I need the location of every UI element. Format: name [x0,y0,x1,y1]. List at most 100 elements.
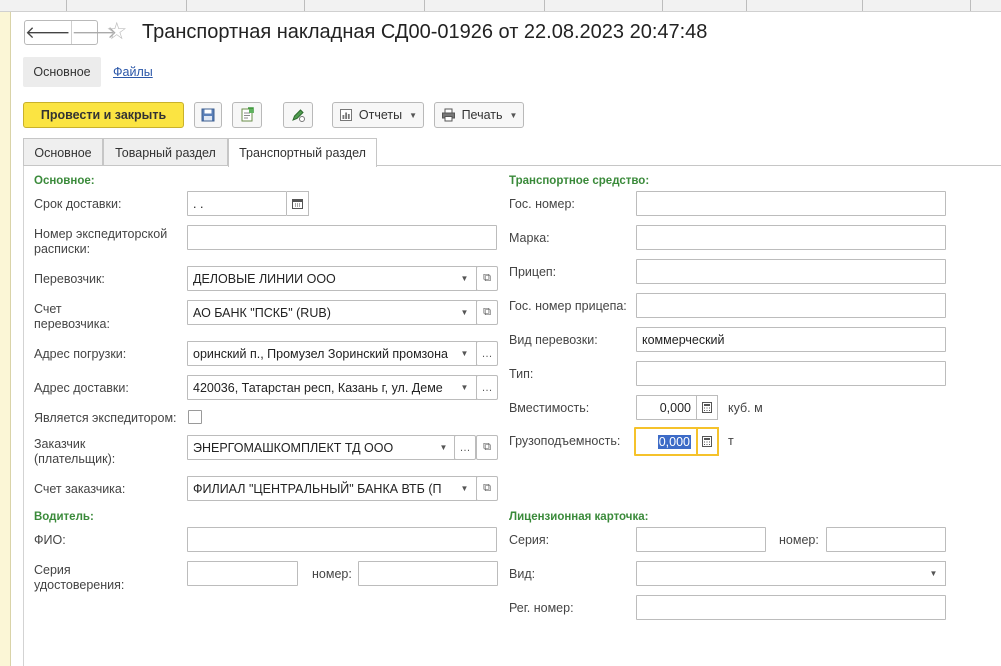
chevron-down-icon: ▼ [439,443,448,452]
left-panel-strip [0,12,11,666]
calendar-button[interactable] [287,191,309,216]
customer-account-dropdown[interactable]: ▼ [453,476,477,501]
customer-account-label: Счет заказчика: [34,482,126,496]
loading-address-dropdown[interactable]: ▼ [453,341,477,366]
carrier-account-open-button[interactable]: ⧉ [476,300,498,325]
reports-menu-button[interactable]: Отчеты ▼ [332,102,424,128]
type-label: Тип: [509,367,534,381]
chevron-down-icon: ▼ [460,484,469,493]
calculator-icon [701,402,712,413]
chevron-down-icon: ▼ [509,110,518,120]
id-series-label: Серия удостоверения: [34,563,125,592]
printer-icon [441,108,455,122]
lic-number-field[interactable] [826,527,946,552]
customer-more-button[interactable]: … [454,435,476,460]
history-nav: 🡐 🡒 [24,20,117,45]
type-field[interactable] [636,361,946,386]
transport-kind-label: Вид перевозки: [509,333,598,347]
print-menu-button[interactable]: Печать ▼ [434,102,524,128]
lic-reg-field[interactable] [636,595,946,620]
carrier-account-field[interactable]: АО БАНК "ПСКБ" (RUB) [187,300,454,325]
id-number-field[interactable] [358,561,498,586]
save-icon [201,108,215,122]
subnav-files-link[interactable]: Файлы [113,65,153,79]
reports-label: Отчеты [358,108,403,122]
is-forwarder-checkbox[interactable] [188,410,202,424]
payload-label: Грузоподъемность: [509,434,621,448]
tab-main[interactable]: Основное [23,138,103,166]
customer-account-field[interactable]: ФИЛИАЛ "ЦЕНТРАЛЬНЫЙ" БАНКА ВТБ (П [187,476,454,501]
chevron-down-icon: ▼ [460,274,469,283]
tab-transport[interactable]: Транспортный раздел [228,138,377,167]
trailer-field[interactable] [636,259,946,284]
trailer-plate-field[interactable] [636,293,946,318]
chevron-down-icon: ▼ [929,569,938,578]
customer-dropdown[interactable]: ▼ [432,435,456,460]
carrier-field[interactable]: ДЕЛОВЫЕ ЛИНИИ ООО [187,266,454,291]
carrier-open-button[interactable]: ⧉ [476,266,498,291]
save-button[interactable] [194,102,222,128]
chevron-down-icon: ▼ [460,308,469,317]
is-forwarder-label: Является экспедитором: [34,411,177,425]
chevron-down-icon: ▼ [409,110,418,120]
loading-address-field[interactable]: оринский п., Промузел Зоринский промзона [187,341,454,366]
delivery-address-field[interactable]: 420036, Татарстан респ, Казань г, ул. Де… [187,375,454,400]
customer-open-button[interactable]: ⧉ [476,435,498,460]
back-button[interactable]: 🡐 [25,21,71,44]
customer-field[interactable]: ЭНЕРГОМАШКОМПЛЕКТ ТД ООО [187,435,433,460]
print-label: Печать [461,108,503,122]
pencil-icon [292,109,305,122]
plate-field[interactable] [636,191,946,216]
post-and-close-button[interactable]: Провести и закрыть [23,102,184,128]
forwarder-receipt-label: Номер экспедиторской расписки: [34,227,168,256]
id-series-field[interactable] [187,561,298,586]
chevron-down-icon: ▼ [460,383,469,392]
tab-goods[interactable]: Товарный раздел [103,138,228,166]
arrow-left-icon: 🡐 [25,22,71,42]
customer-account-open-button[interactable]: ⧉ [476,476,498,501]
section-license-header: Лицензионная карточка: [509,511,649,523]
open-link-icon: ⧉ [483,306,491,318]
forwarder-receipt-field[interactable] [187,225,497,250]
loading-address-more-button[interactable]: … [476,341,498,366]
payload-field[interactable]: 0,000 [634,427,698,456]
loading-address-label: Адрес погрузки: [34,347,127,361]
lic-kind-field[interactable] [636,561,923,586]
carrier-label: Перевозчик: [34,272,105,286]
carrier-account-dropdown[interactable]: ▼ [453,300,477,325]
payload-calculator-button[interactable] [697,427,719,456]
lic-number-label: номер: [779,533,819,547]
delivery-address-dropdown[interactable]: ▼ [453,375,477,400]
reports-icon [339,109,352,121]
section-driver-header: Водитель: [34,511,94,523]
fio-label: ФИО: [34,533,66,547]
capacity-calculator-button[interactable] [696,395,718,420]
fio-field[interactable] [187,527,497,552]
brand-field[interactable] [636,225,946,250]
trailer-plate-label: Гос. номер прицепа: [509,299,627,313]
delivery-term-label: Срок доставки: [34,197,122,211]
post-document-icon [241,107,254,122]
post-button[interactable] [232,102,262,128]
top-tabs-strip [0,0,1001,12]
star-icon[interactable]: ☆ [106,19,128,45]
tab-divider [23,165,1001,166]
lic-kind-label: Вид: [509,567,536,581]
transport-kind-field[interactable]: коммерческий [636,327,946,352]
capacity-field[interactable]: 0,000 [636,395,697,420]
edit-button[interactable] [283,102,313,128]
ellipsis-icon: … [481,381,493,394]
calendar-icon [292,199,303,209]
carrier-account-label: Счет перевозчика: [34,302,110,331]
subnav-main[interactable]: Основное [23,57,101,87]
lic-kind-dropdown[interactable]: ▼ [922,561,946,586]
ellipsis-icon: … [481,347,493,360]
carrier-dropdown[interactable]: ▼ [453,266,477,291]
page-title: Транспортная накладная СД00-01926 от 22.… [142,21,708,43]
delivery-address-more-button[interactable]: … [476,375,498,400]
open-link-icon: ⧉ [483,441,491,453]
open-link-icon: ⧉ [483,482,491,494]
delivery-term-field[interactable]: . . [187,191,287,216]
plate-label: Гос. номер: [509,197,575,211]
lic-series-field[interactable] [636,527,766,552]
